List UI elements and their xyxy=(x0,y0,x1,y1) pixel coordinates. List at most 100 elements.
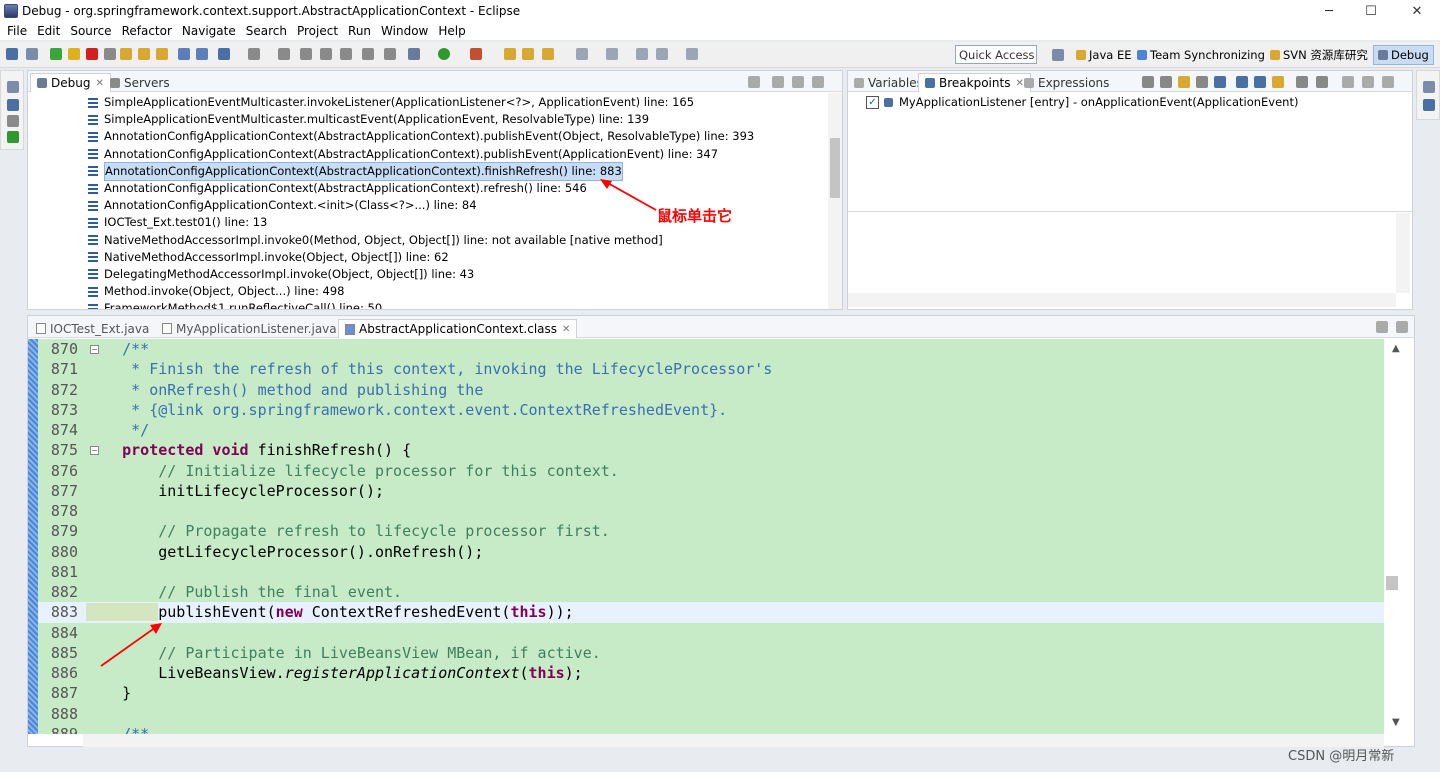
code-text-area[interactable]: 870 /** 871 * Finish the refresh of this… xyxy=(28,339,1384,734)
next-annotation-icon[interactable] xyxy=(606,48,618,60)
restore-right-icon[interactable] xyxy=(1423,81,1435,93)
pin-icon[interactable] xyxy=(686,48,698,60)
detail-vertical-scrollbar[interactable] xyxy=(1396,213,1410,293)
close-tab-icon[interactable]: ✕ xyxy=(95,78,103,89)
menu-run[interactable]: Run xyxy=(343,24,376,38)
toolbar-icon-e[interactable] xyxy=(384,48,396,60)
run-icon[interactable] xyxy=(438,48,450,60)
step-into-icon[interactable] xyxy=(120,48,132,60)
scrollbar-thumb[interactable] xyxy=(830,138,840,198)
editor-scrollbar-thumb[interactable] xyxy=(1386,576,1398,590)
menu-source[interactable]: Source xyxy=(65,24,116,38)
outline-icon[interactable] xyxy=(7,131,19,143)
package-explorer-icon[interactable] xyxy=(7,99,19,111)
tab-ioctest-ext[interactable]: IOCTest_Ext.java xyxy=(30,319,155,338)
stack-frame[interactable]: IOCTest_Ext.test01() line: 13 xyxy=(88,214,754,231)
menu-project[interactable]: Project xyxy=(292,24,343,38)
stack-frame[interactable]: DelegatingMethodAccessorImpl.invoke(Obje… xyxy=(88,266,754,283)
resume-icon[interactable] xyxy=(50,48,62,60)
menu-navigate[interactable]: Navigate xyxy=(177,24,241,38)
annotation-icon[interactable] xyxy=(576,48,588,60)
stack-frame[interactable]: FrameworkMethod$1.runReflectiveCall() li… xyxy=(88,300,754,309)
tab-my-application-listener[interactable]: MyApplicationListener.java xyxy=(156,319,343,338)
view-menu-icon[interactable] xyxy=(772,76,784,88)
minimize-button[interactable]: ─ xyxy=(1306,0,1352,22)
perspective-svn[interactable]: SVN 资源库研究 xyxy=(1270,45,1368,65)
remove-all-breakpoints-icon[interactable] xyxy=(1160,76,1172,88)
toolbar-icon-d[interactable] xyxy=(362,48,374,60)
add-java-exception-icon[interactable] xyxy=(1296,76,1308,88)
remove-terminated-icon[interactable] xyxy=(748,76,760,88)
editor-horizontal-scrollbar[interactable] xyxy=(83,734,1384,747)
toggle-view-icon[interactable] xyxy=(6,48,18,60)
minimize-view-icon[interactable] xyxy=(1362,76,1374,88)
stack-frame[interactable]: AnnotationConfigApplicationContext(Abstr… xyxy=(88,128,754,145)
close-tab-icon[interactable]: ✕ xyxy=(562,324,570,335)
menu-help[interactable]: Help xyxy=(433,24,470,38)
back-icon[interactable] xyxy=(636,48,648,60)
disconnect-icon[interactable] xyxy=(104,48,116,60)
tab-expressions[interactable]: Expressions xyxy=(1018,73,1115,92)
perspective-java-ee[interactable]: Java EE xyxy=(1076,45,1131,65)
maximize-button[interactable]: ☐ xyxy=(1348,0,1394,22)
scroll-up-icon[interactable]: ▲ xyxy=(1392,343,1400,354)
stack-frame[interactable]: NativeMethodAccessorImpl.invoke0(Method,… xyxy=(88,232,754,249)
stack-frame[interactable]: Method.invoke(Object, Object...) line: 4… xyxy=(88,283,754,300)
stack-frame[interactable]: NativeMethodAccessorImpl.invoke(Object, … xyxy=(88,249,754,266)
menu-edit[interactable]: Edit xyxy=(32,24,65,38)
menu-file[interactable]: File xyxy=(2,24,32,38)
save-icon[interactable] xyxy=(248,48,260,60)
stack-frame[interactable]: AnnotationConfigApplicationContext(Abstr… xyxy=(88,146,754,163)
skip-breakpoints-icon[interactable] xyxy=(26,48,38,60)
console-icon[interactable] xyxy=(1423,99,1435,111)
open-task-icon[interactable] xyxy=(522,48,534,60)
type-hierarchy-icon[interactable] xyxy=(7,115,19,127)
maximize-editor-icon[interactable] xyxy=(1396,321,1408,333)
perspective-team-sync[interactable]: Team Synchronizing xyxy=(1137,45,1265,65)
breakpoint-options-icon[interactable] xyxy=(1316,76,1328,88)
terminate-icon[interactable] xyxy=(86,48,98,60)
view-menu-icon[interactable] xyxy=(1342,76,1354,88)
stack-frame[interactable]: SimpleApplicationEventMulticaster.multic… xyxy=(88,111,754,128)
link-with-debug-icon[interactable] xyxy=(1272,76,1284,88)
tab-debug[interactable]: Debug ✕ xyxy=(30,73,111,92)
close-button[interactable]: ✕ xyxy=(1394,0,1440,22)
fold-collapse-icon[interactable]: − xyxy=(90,345,99,354)
suspend-icon[interactable] xyxy=(68,48,80,60)
stack-frame[interactable]: SimpleApplicationEventMulticaster.invoke… xyxy=(88,94,754,111)
maximize-view-icon[interactable] xyxy=(1382,76,1394,88)
open-type-icon[interactable] xyxy=(504,48,516,60)
show-breakpoints-icon[interactable] xyxy=(1178,76,1190,88)
tab-abstract-application-context[interactable]: AbstractApplicationContext.class ✕ xyxy=(338,319,578,338)
maximize-view-icon[interactable] xyxy=(812,76,824,88)
external-tools-icon[interactable] xyxy=(470,48,482,60)
toolbar-icon-b[interactable] xyxy=(320,48,332,60)
drop-to-frame-icon[interactable] xyxy=(178,48,190,60)
tab-servers[interactable]: Servers xyxy=(104,73,176,92)
minimize-view-icon[interactable] xyxy=(792,76,804,88)
scroll-down-icon[interactable]: ▼ xyxy=(1392,717,1400,728)
go-to-file-icon[interactable] xyxy=(1196,76,1208,88)
print-icon[interactable] xyxy=(278,48,290,60)
skip-all-icon[interactable] xyxy=(1214,76,1226,88)
debug-launch-icon[interactable] xyxy=(408,48,420,60)
menu-search[interactable]: Search xyxy=(241,24,292,38)
detail-horizontal-scrollbar[interactable] xyxy=(848,293,1396,307)
use-step-filters-icon[interactable] xyxy=(196,48,208,60)
minimize-editor-icon[interactable] xyxy=(1376,321,1388,333)
restore-icon[interactable] xyxy=(7,81,19,93)
new-icon[interactable] xyxy=(218,48,230,60)
tab-variables[interactable]: Variables xyxy=(848,73,929,92)
open-perspective-icon[interactable] xyxy=(1052,49,1064,61)
expand-all-icon[interactable] xyxy=(1236,76,1248,88)
tab-breakpoints[interactable]: Breakpoints ✕ xyxy=(918,73,1031,92)
fold-collapse-icon[interactable]: − xyxy=(90,446,99,455)
forward-icon[interactable] xyxy=(656,48,668,60)
menu-window[interactable]: Window xyxy=(376,24,433,38)
toolbar-icon-a[interactable] xyxy=(300,48,312,60)
quick-access-input[interactable]: Quick Access xyxy=(955,45,1037,64)
breakpoint-item[interactable]: ✓ MyApplicationListener [entry] - onAppl… xyxy=(866,95,1298,109)
step-over-icon[interactable] xyxy=(138,48,150,60)
perspective-debug[interactable]: Debug xyxy=(1373,45,1434,65)
step-return-icon[interactable] xyxy=(156,48,168,60)
